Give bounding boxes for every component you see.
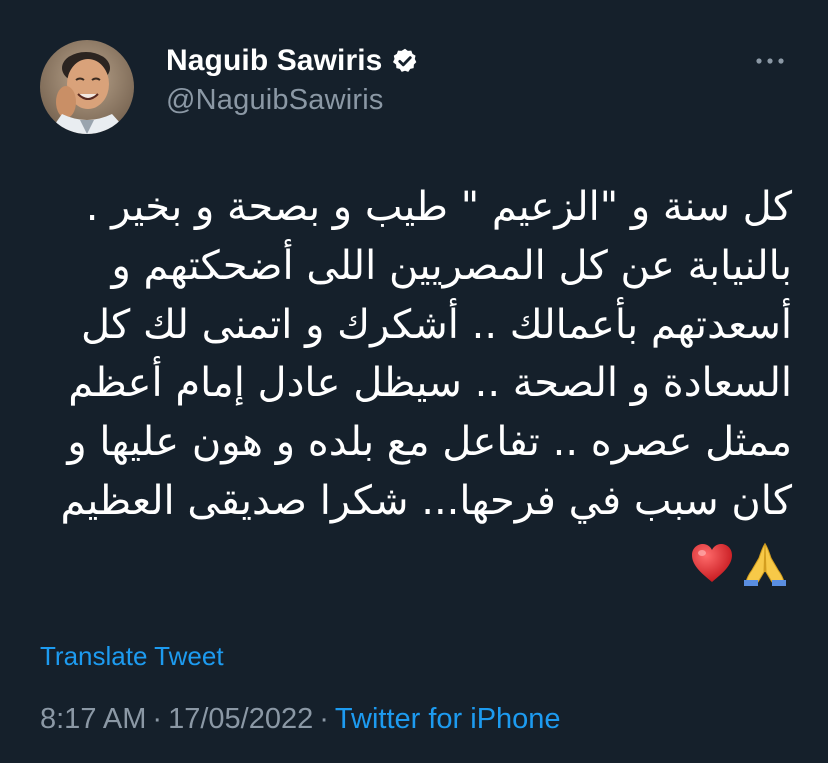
- tweet-text-line: كان سبب في فرحها... شكرا صديقى العظيم: [60, 477, 792, 524]
- tweet-text-line: السعادة و الصحة .. سيظل عادل إمام أعظم: [68, 360, 792, 407]
- tweet-text-line: أسعدتهم بأعمالك .. أشكرك و اتمنى لك كل: [80, 301, 792, 348]
- tweet-date[interactable]: 17/05/2022: [168, 703, 313, 735]
- tweet-text: كل سنة و "الزعيم " طيب و بصحة و بخير . ب…: [32, 178, 792, 531]
- verified-badge-icon: [391, 47, 419, 75]
- translate-tweet-link[interactable]: Translate Tweet: [40, 641, 224, 672]
- red-heart-emoji-icon: [692, 544, 732, 582]
- more-horizontal-icon: [756, 58, 784, 64]
- avatar[interactable]: [40, 40, 134, 134]
- tweet-text-line: ممثل عصره .. تفاعل مع بلده و هون عليها و: [67, 419, 792, 466]
- author-display-name[interactable]: Naguib Sawiris: [166, 44, 382, 78]
- tweet-text-line: كل سنة و "الزعيم " طيب و بصحة و بخير .: [85, 184, 792, 230]
- tweet-detail: Naguib Sawiris @NaguibSawiris كل سنة و "…: [0, 0, 828, 763]
- meta-separator: ·: [152, 703, 163, 735]
- tweet-emojis: [690, 540, 790, 586]
- author-name-row[interactable]: Naguib Sawiris: [166, 44, 419, 78]
- profile-photo-icon: [40, 40, 134, 134]
- tweet-time[interactable]: 8:17 AM: [40, 703, 146, 735]
- tweet-text-line: بالنيابة عن كل المصريين اللى أضحكتهم و: [111, 242, 792, 289]
- meta-separator: ·: [319, 703, 329, 735]
- folded-hands-emoji-icon: [744, 542, 786, 586]
- tweet-meta: 8:17 AM · 17/05/2022 · Twitter for iPhone: [40, 703, 561, 736]
- tweet-source-link[interactable]: Twitter for iPhone: [335, 703, 561, 735]
- more-options-button[interactable]: [752, 48, 788, 74]
- author-handle[interactable]: @NaguibSawiris: [166, 84, 384, 117]
